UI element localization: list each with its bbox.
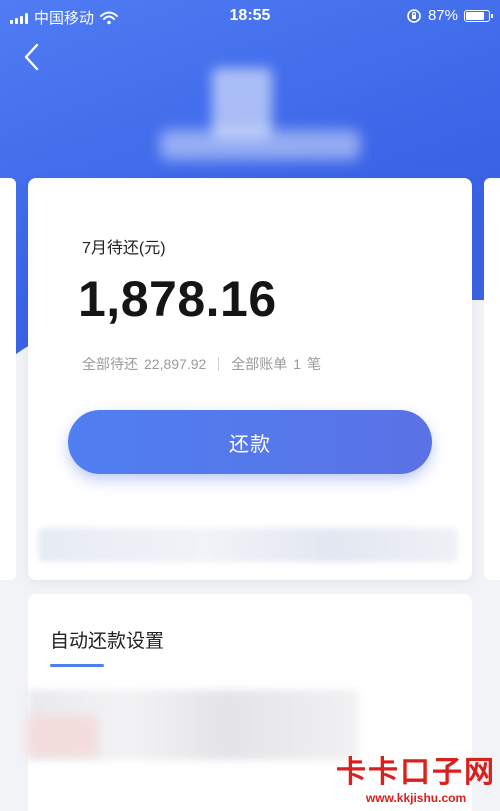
due-label: 7月待还(元)	[82, 240, 166, 257]
blurred-card-name	[160, 130, 360, 160]
total-pending-value: 22,897.92	[144, 356, 207, 372]
blurred-avatar	[212, 68, 272, 138]
bill-meta: 全部待还 22,897.92 全部账单 1 笔	[82, 354, 321, 374]
watermark-url: www.kkjishu.com	[365, 791, 467, 805]
meta-divider	[218, 357, 220, 371]
watermark-name: 卡卡口子网	[336, 755, 496, 790]
all-bills-unit: 笔	[307, 356, 322, 372]
status-bar: 中国移动 18:55 87%	[0, 0, 500, 34]
all-bills-label[interactable]: 全部账单	[231, 354, 287, 374]
repay-button[interactable]: 还款	[68, 410, 432, 474]
auto-repay-title: 自动还款设置	[50, 631, 165, 652]
bill-card: 7月待还(元) 1,878.16 全部待还 22,897.92 全部账单 1 笔…	[28, 178, 472, 580]
orientation-lock-icon	[407, 8, 421, 23]
back-arrow-icon[interactable]	[18, 42, 48, 72]
blurred-settings-icon	[28, 716, 98, 756]
auto-repay-underline	[50, 664, 104, 667]
next-card-peek[interactable]	[484, 178, 500, 580]
battery-icon	[464, 9, 493, 22]
blurred-info-row	[38, 528, 458, 562]
site-watermark: 卡卡口子网 www.kkjishu.com	[336, 747, 496, 805]
total-pending-label: 全部待还	[82, 356, 138, 372]
status-right: 87%	[406, 7, 493, 24]
battery-percent: 87%	[427, 7, 458, 24]
prev-card-peek[interactable]	[0, 178, 16, 580]
due-amount: 1,878.16	[78, 271, 277, 327]
all-bills-count: 1	[293, 356, 302, 372]
